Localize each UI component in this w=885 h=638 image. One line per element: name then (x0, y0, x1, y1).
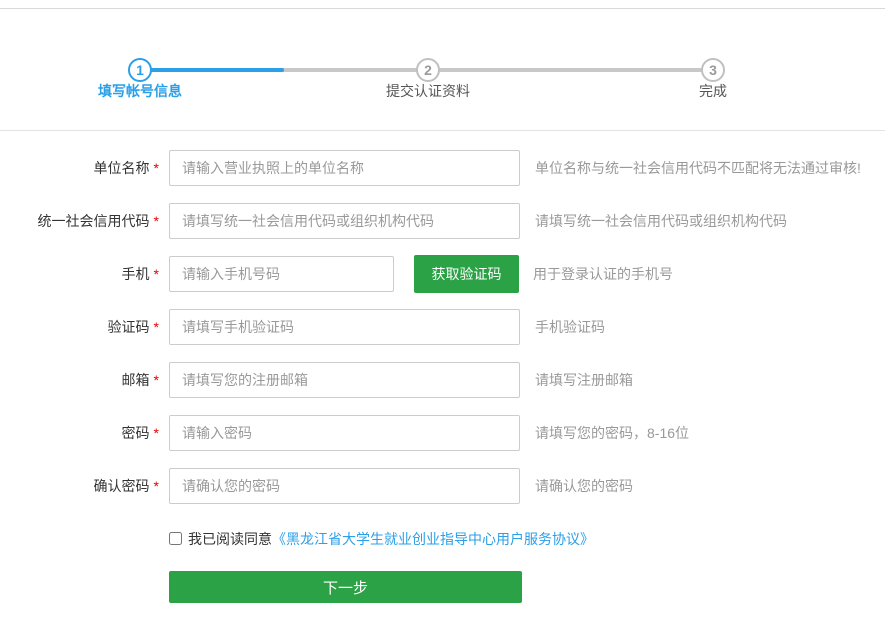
step-1-circle: 1 (128, 58, 152, 82)
sms-code-label: 验证码* (0, 309, 159, 345)
password-hint: 请填写您的密码，8-16位 (535, 415, 689, 451)
credit-code-input[interactable] (169, 203, 520, 239)
step-3-label: 完成 (699, 81, 727, 101)
required-asterisk: * (154, 319, 159, 335)
phone-hint: 用于登录认证的手机号 (533, 256, 673, 292)
field-label-text: 确认密码 (94, 478, 150, 494)
next-step-button[interactable]: 下一步 (169, 571, 522, 603)
field-label-text: 邮箱 (122, 372, 150, 388)
phone-input[interactable] (169, 256, 394, 292)
confirm-password-label: 确认密码* (0, 468, 159, 504)
required-asterisk: * (154, 266, 159, 282)
form-row-email: 邮箱* 请填写注册邮箱 (0, 362, 885, 398)
field-label-text: 密码 (122, 425, 150, 441)
stepper-progress (140, 68, 284, 72)
confirm-password-input[interactable] (169, 468, 520, 504)
step-2-circle: 2 (416, 58, 440, 82)
email-input[interactable] (169, 362, 520, 398)
form-row-sms-code: 验证码* 手机验证码 (0, 309, 885, 345)
sms-code-hint: 手机验证码 (535, 309, 605, 345)
credit-code-label: 统一社会信用代码* (0, 203, 159, 239)
form-row-confirm-password: 确认密码* 请确认您的密码 (0, 468, 885, 504)
required-asterisk: * (154, 213, 159, 229)
required-asterisk: * (154, 478, 159, 494)
company-name-label: 单位名称* (0, 150, 159, 186)
step-3-circle: 3 (701, 58, 725, 82)
form-row-phone: 手机* 获取验证码 用于登录认证的手机号 (0, 256, 885, 292)
field-label-text: 手机 (122, 266, 150, 282)
email-label: 邮箱* (0, 362, 159, 398)
password-input[interactable] (169, 415, 520, 451)
credit-code-hint: 请填写统一社会信用代码或组织机构代码 (535, 203, 787, 239)
step-1-label: 填写帐号信息 (98, 81, 182, 101)
company-name-hint: 单位名称与统一社会信用代码不匹配将无法通过审核! (535, 150, 861, 186)
phone-label: 手机* (0, 256, 159, 292)
required-asterisk: * (154, 425, 159, 441)
form-row-company-name: 单位名称* 单位名称与统一社会信用代码不匹配将无法通过审核! (0, 150, 885, 186)
sms-code-input[interactable] (169, 309, 520, 345)
confirm-password-hint: 请确认您的密码 (535, 468, 633, 504)
agreement-row: 我已阅读同意 《黑龙江省大学生就业创业指导中心用户服务协议》 (169, 531, 885, 546)
agreement-checkbox[interactable] (169, 532, 182, 545)
required-asterisk: * (154, 160, 159, 176)
email-hint: 请填写注册邮箱 (535, 362, 633, 398)
required-asterisk: * (154, 372, 159, 388)
field-label-text: 验证码 (108, 319, 150, 335)
get-verification-code-button[interactable]: 获取验证码 (414, 255, 519, 293)
account-registration-form: 单位名称* 单位名称与统一社会信用代码不匹配将无法通过审核! 统一社会信用代码*… (0, 150, 885, 603)
field-label-text: 统一社会信用代码 (38, 213, 150, 229)
password-label: 密码* (0, 415, 159, 451)
field-label-text: 单位名称 (94, 160, 150, 176)
company-name-input[interactable] (169, 150, 520, 186)
registration-stepper: 1 2 3 填写帐号信息 提交认证资料 完成 (0, 9, 885, 131)
service-agreement-link[interactable]: 《黑龙江省大学生就业创业指导中心用户服务协议》 (272, 529, 594, 549)
step-2-label: 提交认证资料 (386, 81, 470, 101)
form-row-credit-code: 统一社会信用代码* 请填写统一社会信用代码或组织机构代码 (0, 203, 885, 239)
agreement-text: 我已阅读同意 (188, 529, 272, 549)
form-row-password: 密码* 请填写您的密码，8-16位 (0, 415, 885, 451)
